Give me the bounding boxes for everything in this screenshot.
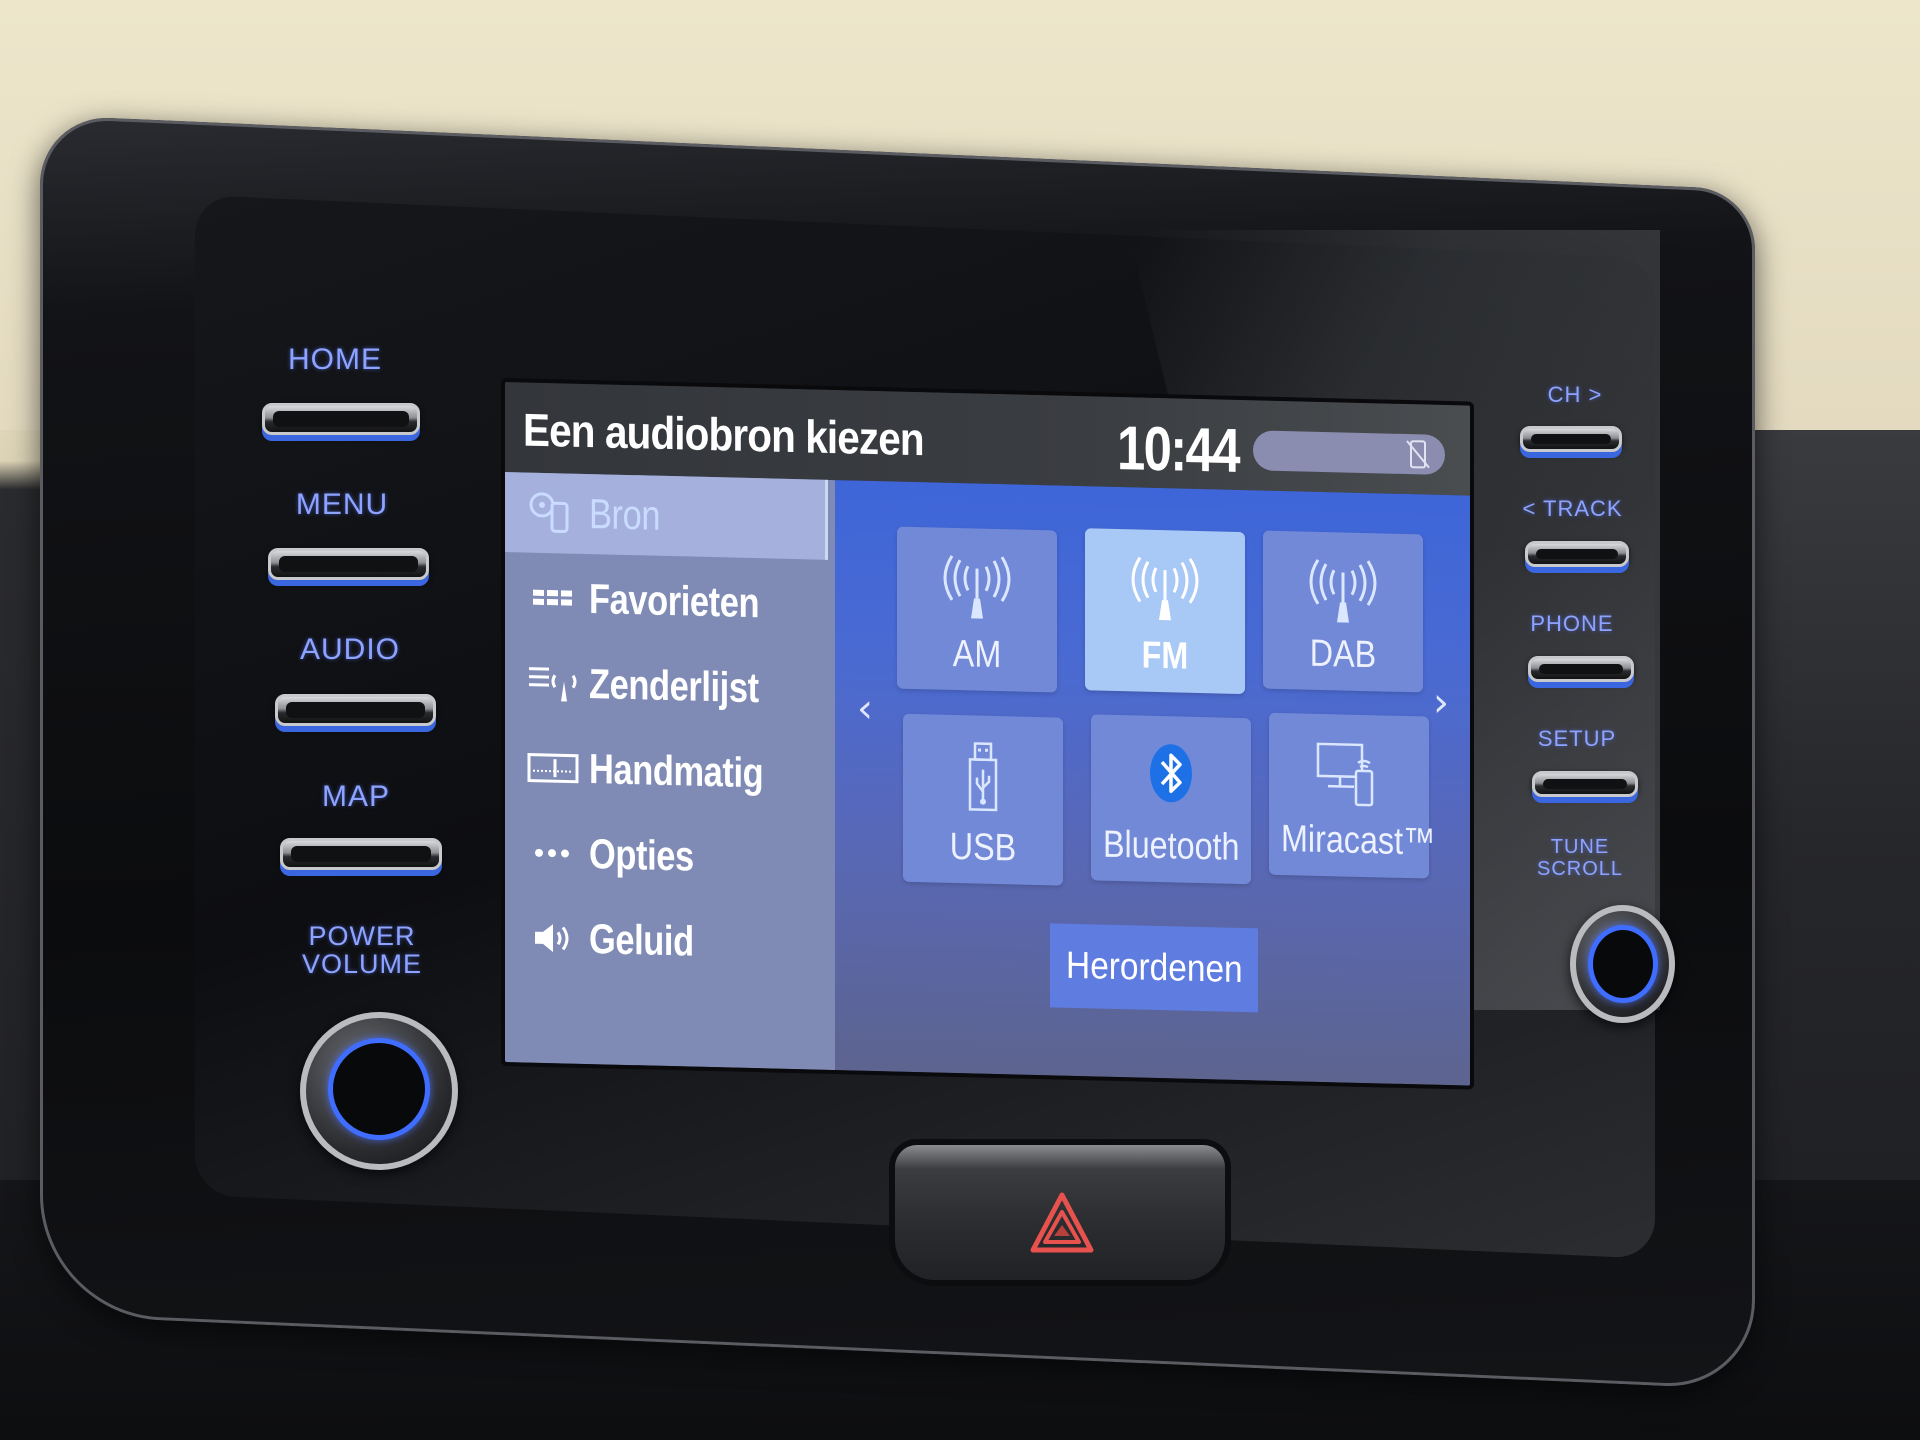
source-tile-usb[interactable]: USB: [903, 713, 1063, 886]
source-icon: [525, 490, 581, 535]
power-volume-knob[interactable]: [300, 1012, 458, 1170]
knob-light-ring: [1588, 925, 1658, 1003]
scroll-label: SCROLL: [1536, 858, 1624, 880]
tune-label: TUNE: [1550, 836, 1610, 858]
sidebar-item-handmatig[interactable]: Handmatig: [505, 727, 825, 815]
antenna-icon: [897, 553, 1057, 623]
tile-label: AM: [952, 632, 1002, 677]
power-label: POWER: [308, 921, 416, 951]
source-tile-bluetooth[interactable]: Bluetooth: [1091, 714, 1251, 885]
sidebar-item-label: Zenderlijst: [589, 660, 759, 712]
tune-scroll-knob[interactable]: [1570, 905, 1675, 1023]
audio-label: AUDIO: [299, 633, 400, 666]
menu-label: MENU: [295, 488, 389, 521]
antenna-icon: [1085, 554, 1245, 624]
miracast-icon: [1269, 739, 1429, 809]
tile-label: USB: [949, 825, 1017, 870]
phone-label: PHONE: [1530, 611, 1614, 636]
hazard-light-button[interactable]: [895, 1145, 1225, 1280]
infotainment-screen: Een audiobron kiezen 10:44 Bron Favoriet…: [505, 382, 1470, 1086]
sidebar-item-label: Bron: [589, 490, 661, 539]
status-pill[interactable]: [1253, 430, 1445, 475]
phone-disconnected-icon: [1406, 440, 1430, 469]
tune-scroll-label: TUNE SCROLL: [1530, 836, 1630, 880]
track-prev-button[interactable]: [1525, 541, 1629, 567]
source-tile-fm[interactable]: FM: [1085, 528, 1245, 695]
sidebar-item-geluid[interactable]: Geluid: [505, 897, 825, 985]
volume-label: VOLUME: [301, 949, 423, 979]
sidebar-item-bron[interactable]: Bron: [505, 472, 828, 560]
sidebar-menu: Bron Favorieten Zenderlijst Handmatig Op…: [505, 472, 835, 1071]
track-prev-label: < TRACK: [1522, 496, 1623, 521]
sidebar-item-label: Geluid: [589, 915, 694, 965]
speaker-icon: [525, 920, 581, 955]
reorder-label: Herordenen: [1065, 944, 1243, 991]
prev-page-arrow[interactable]: ‹: [857, 686, 873, 732]
reorder-button[interactable]: Herordenen: [1050, 923, 1258, 1013]
antenna-icon: [1263, 557, 1423, 627]
tile-label: Bluetooth: [1103, 823, 1240, 869]
channel-next-button[interactable]: [1520, 426, 1622, 452]
tile-label: FM: [1141, 634, 1189, 678]
usb-icon: [903, 740, 1063, 814]
sidebar-item-label: Handmatig: [589, 745, 764, 797]
tile-label: Miracast™: [1281, 817, 1436, 864]
bluetooth-icon: [1091, 740, 1251, 806]
sidebar-item-zenderlijst[interactable]: Zenderlijst: [505, 642, 825, 730]
sidebar-item-label: Opties: [589, 830, 694, 880]
menu-button[interactable]: [268, 548, 429, 580]
options-icon: [525, 847, 581, 858]
hazard-triangle-icon: [1030, 1192, 1094, 1253]
channel-next-label: CH >: [1547, 382, 1603, 407]
map-label: MAP: [321, 780, 390, 813]
clock: 10:44: [1117, 413, 1239, 486]
phone-button[interactable]: [1528, 656, 1634, 682]
map-button[interactable]: [280, 838, 442, 870]
tile-label: DAB: [1309, 632, 1377, 677]
source-tile-dab[interactable]: DAB: [1263, 530, 1423, 693]
station-list-icon: [525, 662, 581, 703]
sidebar-item-opties[interactable]: Opties: [505, 812, 825, 900]
setup-button[interactable]: [1532, 771, 1638, 797]
next-page-arrow[interactable]: ›: [1433, 680, 1449, 726]
manual-tune-icon: [525, 752, 581, 784]
sidebar-item-favorieten[interactable]: Favorieten: [505, 557, 825, 645]
power-volume-label: POWER VOLUME: [292, 922, 432, 978]
page-title: Een audiobron kiezen: [523, 403, 924, 466]
setup-label: SETUP: [1537, 726, 1617, 751]
home-button[interactable]: [262, 403, 420, 435]
source-grid-area: ‹ › AM FM DAB USB Bluetooth Miracast™ He…: [835, 480, 1470, 1086]
favorites-icon: [525, 587, 581, 608]
source-tile-miracast[interactable]: Miracast™: [1269, 712, 1436, 879]
knob-light-ring: [328, 1038, 430, 1140]
sidebar-item-label: Favorieten: [589, 575, 760, 627]
source-tile-am[interactable]: AM: [897, 526, 1057, 693]
home-label: HOME: [288, 343, 382, 376]
audio-button[interactable]: [275, 694, 436, 726]
